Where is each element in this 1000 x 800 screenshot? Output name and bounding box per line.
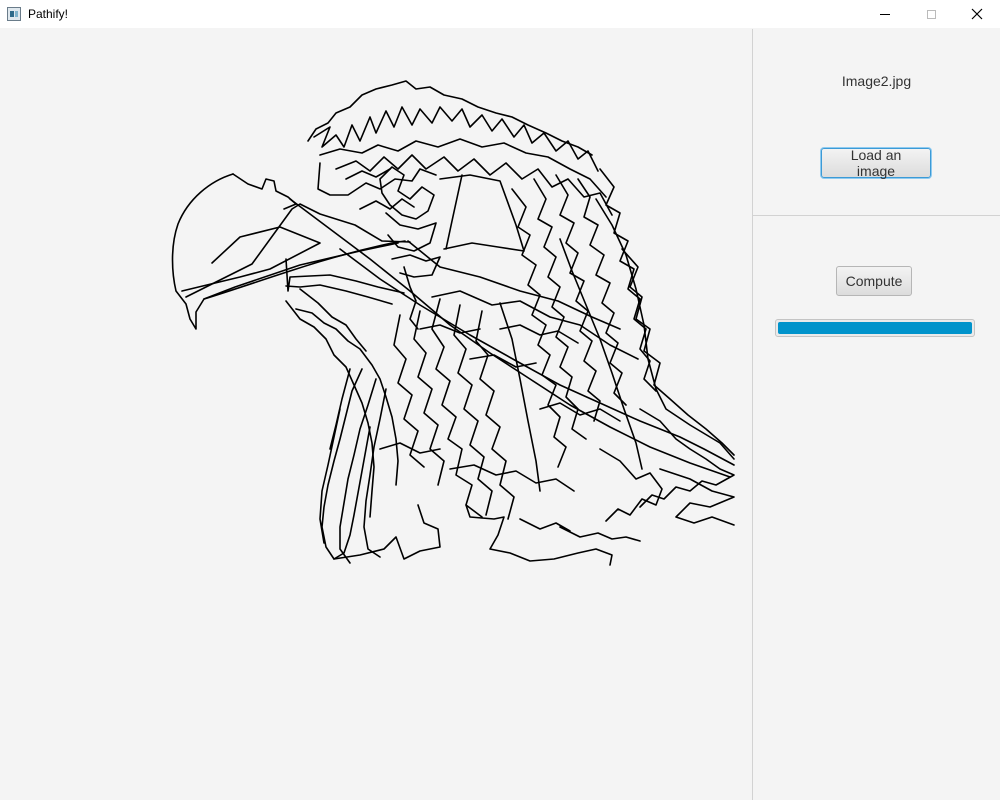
window-title: Pathify! [28, 7, 69, 21]
control-panel: Image2.jpg Load an image Compute [753, 29, 1000, 800]
path-drawing [171, 80, 735, 566]
load-image-button[interactable]: Load an image [821, 147, 931, 179]
section-separator [753, 215, 1000, 216]
title-bar[interactable]: Pathify! [0, 0, 1000, 28]
app-icon [7, 7, 21, 21]
close-icon [971, 8, 983, 20]
window-controls [862, 0, 1000, 28]
maximize-icon [926, 9, 936, 19]
close-button[interactable] [954, 0, 1000, 28]
loaded-filename: Image2.jpg [841, 73, 912, 89]
compute-button[interactable]: Compute [836, 266, 912, 296]
drawing-canvas [0, 29, 752, 800]
app-window: Pathify! Image2.jpg Load an image Comput… [0, 0, 1000, 800]
progress-fill [778, 322, 972, 334]
progress-bar [775, 319, 975, 337]
minimize-button[interactable] [862, 0, 908, 28]
maximize-button[interactable] [908, 0, 954, 28]
minimize-icon [880, 13, 890, 15]
